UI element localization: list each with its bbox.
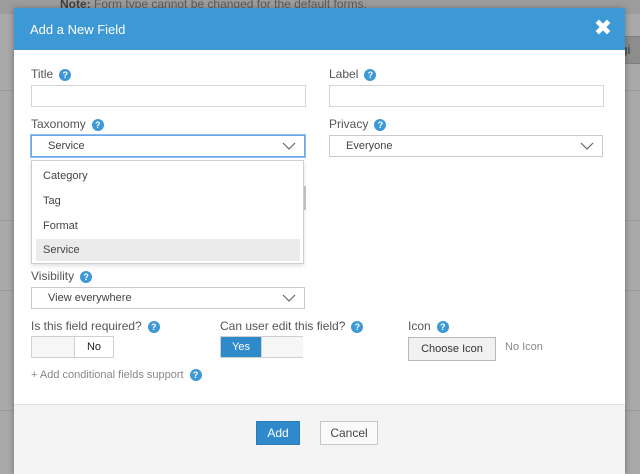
label-input[interactable] — [329, 85, 604, 107]
help-icon[interactable]: ? — [351, 321, 364, 333]
taxonomy-label: Taxonomy — [31, 117, 86, 131]
title-label: Title — [31, 67, 54, 81]
required-toggle[interactable]: No — [31, 336, 114, 358]
hidden-field-edge — [304, 186, 306, 210]
title-input[interactable] — [31, 85, 306, 107]
taxonomy-option[interactable]: Category — [36, 165, 300, 187]
help-icon[interactable]: ? — [436, 321, 449, 333]
title-label-row: Title? — [31, 67, 72, 81]
help-icon[interactable]: ? — [147, 321, 160, 333]
chevron-down-icon — [580, 142, 594, 150]
editable-toggle-off-track — [261, 337, 303, 357]
help-icon[interactable]: ? — [91, 119, 104, 131]
icon-label: Icon — [408, 319, 431, 333]
visibility-selected-value: View everywhere — [48, 292, 132, 304]
modal-footer: Add Cancel — [14, 404, 625, 474]
help-icon[interactable]: ? — [364, 69, 377, 81]
editable-toggle-state: Yes — [221, 337, 261, 357]
label-label-row: Label? — [329, 67, 377, 81]
label-label: Label — [329, 67, 359, 81]
close-icon[interactable]: ✖ — [591, 16, 615, 40]
privacy-selected-value: Everyone — [346, 140, 393, 152]
conditional-label: Add conditional fields support — [37, 369, 184, 381]
add-field-modal: Add a New Field ✖ Title? Label? Taxonomy… — [14, 8, 625, 474]
visibility-label: Visibility — [31, 269, 75, 283]
editable-toggle[interactable]: Yes — [220, 336, 303, 358]
visibility-select[interactable]: View everywhere — [31, 287, 305, 309]
taxonomy-option-label: Category — [43, 170, 88, 182]
taxonomy-select[interactable]: Service — [31, 135, 305, 157]
icon-label-row: Icon? — [408, 319, 449, 333]
taxonomy-option-label: Tag — [43, 195, 61, 207]
taxonomy-option-label: Service — [43, 244, 80, 256]
choose-icon-button[interactable]: Choose Icon — [408, 337, 496, 361]
required-toggle-state: No — [86, 341, 102, 353]
taxonomy-selected-value: Service — [48, 140, 85, 152]
privacy-select[interactable]: Everyone — [329, 135, 603, 157]
privacy-label-row: Privacy? — [329, 117, 387, 131]
visibility-label-row: Visibility? — [31, 269, 93, 283]
help-icon[interactable]: ? — [189, 369, 202, 381]
required-toggle-off-track — [32, 337, 75, 357]
taxonomy-option-label: Format — [43, 220, 78, 232]
taxonomy-dropdown: Category Tag Format Service — [31, 160, 304, 264]
help-icon[interactable]: ? — [374, 119, 387, 131]
add-button[interactable]: Add — [256, 421, 300, 445]
taxonomy-label-row: Taxonomy? — [31, 117, 104, 131]
add-conditional-fields-link[interactable]: + Add conditional fields support? — [31, 369, 202, 381]
required-label-row: Is this field required?? — [31, 319, 160, 333]
chevron-down-icon — [282, 294, 296, 302]
taxonomy-option[interactable]: Tag — [36, 190, 300, 212]
chevron-down-icon — [282, 142, 296, 150]
modal-header: Add a New Field ✖ — [14, 8, 625, 50]
modal-title: Add a New Field — [30, 22, 126, 37]
editable-label-row: Can user edit this field?? — [220, 319, 364, 333]
taxonomy-option[interactable]: Format — [36, 215, 300, 237]
cancel-button[interactable]: Cancel — [320, 421, 378, 445]
help-icon[interactable]: ? — [80, 271, 93, 283]
icon-status: No Icon — [505, 341, 543, 353]
privacy-label: Privacy — [329, 117, 369, 131]
taxonomy-option-selected[interactable]: Service — [36, 239, 300, 261]
help-icon[interactable]: ? — [59, 69, 72, 81]
editable-label: Can user edit this field? — [220, 319, 346, 333]
required-label: Is this field required? — [31, 319, 142, 333]
